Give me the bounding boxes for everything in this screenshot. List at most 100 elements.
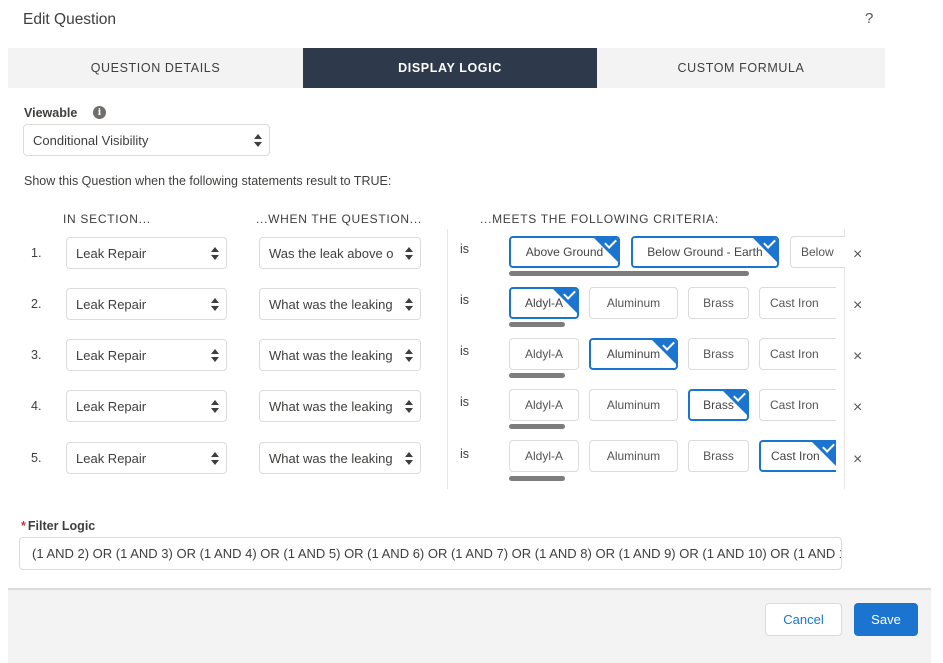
select-arrows-icon [405, 400, 413, 414]
horizontal-scrollbar[interactable] [509, 373, 565, 378]
save-button[interactable]: Save [854, 603, 918, 636]
criteria-option-label: Aldyl-A [524, 398, 563, 412]
checkmark-icon [722, 391, 747, 416]
horizontal-scrollbar[interactable] [509, 271, 749, 276]
select-arrows-icon [211, 452, 219, 466]
question-select[interactable]: Was the leak above or below ground [259, 237, 421, 269]
criteria-option[interactable]: Aldyl-A [509, 440, 579, 472]
select-arrows-icon [405, 452, 413, 466]
horizontal-scrollbar[interactable] [509, 424, 565, 429]
section-select-value: Leak Repair [76, 398, 147, 414]
checkmark-icon [811, 442, 836, 467]
column-header-section: IN SECTION... [63, 212, 151, 226]
remove-row-icon[interactable]: × [853, 399, 862, 417]
horizontal-scrollbar[interactable] [509, 322, 565, 327]
criteria-option[interactable]: Brass [688, 440, 749, 472]
tab-display-logic[interactable]: DISPLAY LOGIC [303, 48, 597, 88]
tab-question-details[interactable]: QUESTION DETAILS [8, 48, 303, 88]
criteria-option[interactable]: Brass [688, 389, 749, 421]
row-number: 1. [31, 246, 42, 260]
modal-title: Edit Question [23, 11, 117, 28]
row-number: 3. [31, 348, 42, 362]
question-select[interactable]: What was the leaking material [259, 442, 421, 474]
remove-row-icon[interactable]: × [853, 246, 862, 264]
checkmark-icon [552, 289, 577, 314]
criteria-option[interactable]: Aldyl-A [509, 389, 579, 421]
criteria-option[interactable]: Aluminum [589, 287, 678, 319]
select-arrows-icon [211, 247, 219, 261]
tab-custom-formula[interactable]: CUSTOM FORMULA [597, 48, 885, 88]
criteria-option-label: Above Ground [525, 245, 604, 259]
checkmark-icon [752, 238, 777, 263]
viewable-select[interactable]: Conditional Visibility [23, 124, 270, 156]
criteria-option-label: Cast Iron [770, 296, 819, 310]
question-select[interactable]: What was the leaking material [259, 390, 421, 422]
row-number: 4. [31, 399, 42, 413]
criteria-option[interactable]: Above Ground [509, 236, 620, 268]
select-arrows-icon [211, 400, 219, 414]
select-arrows-icon [405, 247, 413, 261]
section-select-value: Leak Repair [76, 450, 147, 466]
viewable-select-value: Conditional Visibility [33, 132, 149, 148]
section-select[interactable]: Leak Repair [66, 339, 227, 371]
filter-logic-label: * Filter Logic [21, 519, 95, 533]
select-arrows-icon [211, 349, 219, 363]
horizontal-scrollbar[interactable] [509, 476, 565, 481]
section-select-value: Leak Repair [76, 347, 147, 363]
section-select[interactable]: Leak Repair [66, 288, 227, 320]
checkmark-icon [593, 238, 618, 263]
criteria-option-label: Cast Iron [770, 398, 819, 412]
instruction-text: Show this Question when the following st… [24, 174, 392, 188]
row-number: 5. [31, 451, 42, 465]
column-header-criteria: ...MEETS THE FOLLOWING CRITERIA: [480, 212, 719, 226]
criteria-option[interactable]: Cast Iron [759, 389, 836, 421]
select-arrows-icon [405, 298, 413, 312]
cancel-button[interactable]: Cancel [765, 603, 842, 636]
criteria-option-label: Aldyl-A [524, 347, 563, 361]
section-select-value: Leak Repair [76, 296, 147, 312]
operator-label: is [460, 293, 470, 307]
question-select[interactable]: What was the leaking material [259, 288, 421, 320]
criteria-option-label: Cast Iron [770, 347, 819, 361]
remove-row-icon[interactable]: × [853, 451, 862, 469]
criteria-option-label: Aluminum [606, 398, 661, 412]
criteria-option-label: Aldyl-A [524, 449, 563, 463]
section-select-value: Leak Repair [76, 245, 147, 261]
criteria-option-label: Below [801, 245, 834, 259]
criteria-option-label: Brass [703, 449, 734, 463]
criteria-option[interactable]: Cast Iron [759, 338, 836, 370]
modal-header: Edit Question ? [0, 0, 943, 44]
info-icon[interactable]: i [93, 106, 106, 119]
criteria-option[interactable]: Aldyl-A [509, 287, 579, 319]
criteria-option[interactable]: Brass [688, 287, 749, 319]
filter-logic-input[interactable]: (1 AND 2) OR (1 AND 3) OR (1 AND 4) OR (… [19, 537, 842, 570]
checkmark-icon [651, 340, 676, 365]
criteria-option-label: Brass [703, 296, 734, 310]
section-select[interactable]: Leak Repair [66, 442, 227, 474]
remove-row-icon[interactable]: × [853, 348, 862, 366]
operator-label: is [460, 344, 470, 358]
criteria-option[interactable]: Below [790, 236, 845, 268]
section-select[interactable]: Leak Repair [66, 390, 227, 422]
criteria-option[interactable]: Aluminum [589, 338, 678, 370]
operator-label: is [460, 447, 470, 461]
remove-row-icon[interactable]: × [853, 297, 862, 315]
criteria-option[interactable]: Brass [688, 338, 749, 370]
filter-logic-label-text: Filter Logic [27, 519, 96, 533]
criteria-option[interactable]: Aluminum [589, 440, 678, 472]
criteria-option[interactable]: Cast Iron [759, 440, 836, 472]
viewable-label: Viewable [24, 106, 78, 120]
select-arrows-icon [405, 349, 413, 363]
criteria-option-label: Aluminum [606, 449, 661, 463]
select-arrows-icon [254, 134, 262, 148]
tab-bar: QUESTION DETAILS DISPLAY LOGIC CUSTOM FO… [8, 48, 885, 88]
help-icon[interactable]: ? [865, 10, 873, 27]
required-mark: * [21, 519, 26, 533]
criteria-option[interactable]: Aldyl-A [509, 338, 579, 370]
criteria-option-label: Brass [703, 347, 734, 361]
criteria-option[interactable]: Below Ground - Earth [631, 236, 779, 268]
criteria-option[interactable]: Cast Iron [759, 287, 836, 319]
criteria-option[interactable]: Aluminum [589, 389, 678, 421]
section-select[interactable]: Leak Repair [66, 237, 227, 269]
question-select[interactable]: What was the leaking material [259, 339, 421, 371]
